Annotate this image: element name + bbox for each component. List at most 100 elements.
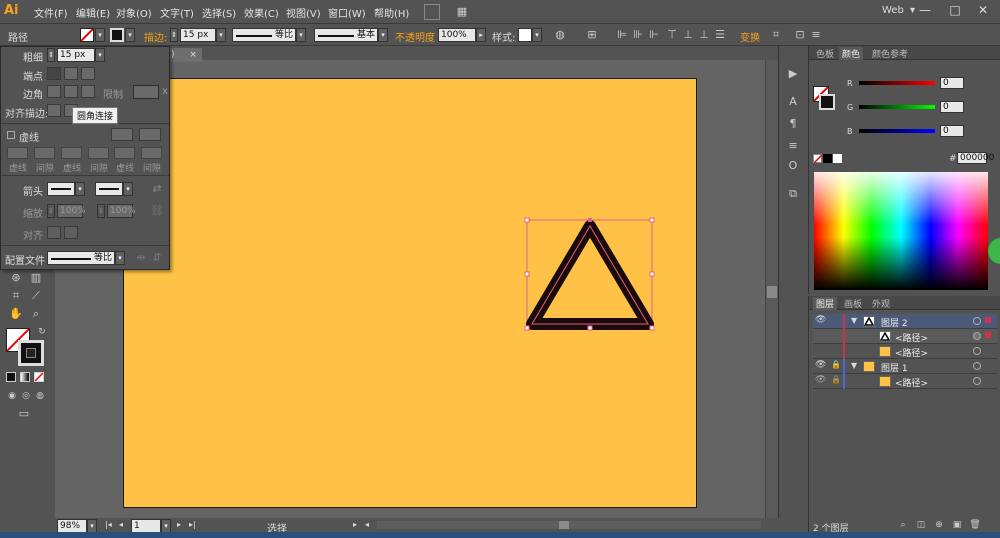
start-arrowhead[interactable] [47,182,75,196]
paragraph-icon[interactable]: ¶ [785,116,801,132]
green-slider[interactable] [859,105,935,109]
scroll-thumb[interactable] [767,286,777,298]
menu-select[interactable]: 选择(S) [202,5,236,20]
lock-icon[interactable]: 🔒 [831,375,841,384]
color-stroke-swatch[interactable] [819,94,835,110]
panel-menu-icon[interactable]: ≡ [808,27,824,43]
layer-row[interactable]: <路径> [813,329,997,344]
weight-field[interactable]: 15 px [57,48,95,62]
layer-row[interactable]: 👁 🔒 ▼ 图层 1 [813,359,997,374]
horizontal-scrollbar[interactable] [377,521,761,529]
color-spectrum[interactable] [814,172,988,290]
gradient-mode-button[interactable] [20,372,30,382]
hand-tool-icon[interactable]: ✋ [8,306,24,322]
menu-edit[interactable]: 编辑(E) [76,5,110,20]
delete-layer-icon[interactable]: 🗑 [967,517,983,533]
prev-artboard-button[interactable]: ◂ [119,520,123,529]
swap-arrow-icon[interactable]: ⇄ [149,181,165,197]
target-icon[interactable] [973,332,981,340]
tab-color-guide[interactable]: 颜色参考 [869,47,911,60]
swap-fill-stroke-icon[interactable]: ↻ [34,324,50,340]
workspace-switcher[interactable]: Web [882,5,904,16]
next-artboard-button[interactable]: ▸ [177,520,181,529]
hex-field[interactable]: 000000 [957,152,994,164]
miter-join-button[interactable] [47,85,61,98]
menu-effect[interactable]: 效果(C) [244,5,279,20]
menu-window[interactable]: 窗口(W) [328,5,366,20]
flip-along-icon[interactable]: ⇹ [133,250,149,266]
menu-object[interactable]: 对象(O) [116,5,152,20]
close-button[interactable]: ✕ [968,0,998,22]
tab-artboards[interactable]: 画板 [841,297,865,310]
expand-triangle-icon[interactable]: ▼ [851,361,857,370]
layer-row[interactable]: 👁 ▼ 图层 2 [813,314,997,329]
blue-value[interactable]: 0 [940,125,964,137]
square-cap-button[interactable] [81,67,95,80]
vertical-scrollbar[interactable] [765,60,778,518]
visibility-eye-icon[interactable]: 👁 [815,360,826,370]
color-mode-button[interactable] [6,372,16,382]
symbol-sprayer-icon[interactable]: ⊛ [8,270,24,286]
new-sublayer-icon[interactable]: ⊕ [931,517,947,533]
slice-tool-icon[interactable]: ⟋ [28,288,44,304]
zoom-field[interactable]: 98% [57,519,87,533]
triangle-path[interactable] [520,212,660,338]
limit-field[interactable] [133,85,159,99]
expand-triangle-icon[interactable]: ▼ [851,316,857,325]
end-arrowhead[interactable] [95,182,123,196]
pathfinder-icon[interactable]: ⊡ [792,27,808,43]
last-artboard-button[interactable]: ▸| [189,520,196,529]
flip-across-icon[interactable]: ⇵ [149,250,165,266]
align-panel-icon[interactable]: ≡ [785,138,801,154]
dashed-checkbox[interactable] [7,131,15,139]
minimize-button[interactable]: — [910,0,940,22]
bevel-join-button[interactable] [81,85,95,98]
lock-icon[interactable]: 🔒 [831,360,841,369]
recolor-icon[interactable]: ◍ [552,27,568,43]
none-mode-button[interactable] [34,372,44,382]
distribute-icon[interactable]: ☰ [712,27,728,43]
handle-tr[interactable] [649,217,655,223]
status-menu-arrow[interactable]: ▸ [353,520,357,529]
link-scale-icon[interactable]: ⛓ [149,203,165,219]
artboard-tool-icon[interactable]: ⌗ [8,288,24,304]
stroke-color-box[interactable] [18,340,44,366]
artboard-number-field[interactable]: 1 [131,519,161,533]
fill-swatch[interactable] [80,28,94,42]
bridge-icon[interactable] [424,4,440,20]
round-cap-button[interactable] [64,67,78,80]
black-chip[interactable] [823,154,832,163]
align-vcenter-icon[interactable]: ⊥ [680,27,696,43]
round-join-button[interactable] [64,85,78,98]
menu-view[interactable]: 视图(V) [286,5,321,20]
visibility-eye-icon[interactable]: 👁 [815,315,826,325]
opacity-field[interactable]: 100% [438,28,476,42]
menu-help[interactable]: 帮助(H) [374,5,409,20]
locate-object-icon[interactable]: ⌕ [895,517,911,533]
opentype-icon[interactable]: O [785,158,801,174]
anchor-top[interactable] [588,218,592,222]
handle-bm[interactable] [587,325,593,331]
graph-tool-icon[interactable]: ▥ [28,270,44,286]
visibility-eye-icon[interactable]: 👁 [815,375,826,385]
tab-layers[interactable]: 图层 [813,297,838,310]
align-hcenter-icon[interactable]: ⊪ [630,27,646,43]
tab-appearance[interactable]: 外观 [869,297,893,310]
align-top-icon[interactable]: ⊤ [664,27,680,43]
align-center-button[interactable] [47,104,61,117]
menu-file[interactable]: 文件(F) [34,5,68,20]
profile-field[interactable]: 等比 [47,251,115,265]
target-icon[interactable] [973,362,981,370]
white-chip[interactable] [833,154,842,163]
arrange-documents-icon[interactable]: ▦ [454,4,470,20]
handle-ml[interactable] [524,271,530,277]
tab-color[interactable]: 颜色 [839,47,864,60]
new-layer-icon[interactable]: ▣ [949,517,965,533]
end-scale-field[interactable]: 100% [107,204,136,218]
hscroll-left[interactable]: ◂ [365,520,369,529]
butt-cap-button[interactable] [47,67,61,80]
stroke-weight-field[interactable]: 15 px [180,28,216,42]
play-action-icon[interactable]: ▶ [785,66,801,82]
character-icon[interactable]: A [785,94,801,110]
none-color-chip[interactable] [813,154,823,164]
